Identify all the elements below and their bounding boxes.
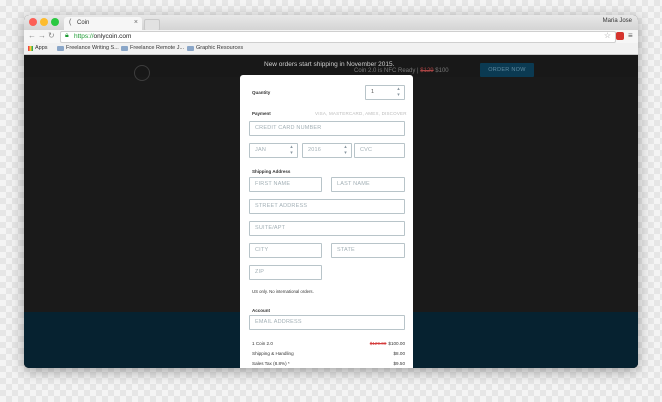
- quantity-label: Quantity: [252, 90, 271, 95]
- suite-apt-input[interactable]: SUITE/APT: [249, 221, 405, 236]
- window-close-button[interactable]: [29, 18, 37, 26]
- bookmark-label: Apps: [35, 45, 48, 51]
- summary-row-shipping: Shipping & Handling $8.00: [252, 351, 405, 358]
- browser-window: ( Coin × Maria Jose ← → ↻ 🔒︎ https://onl…: [24, 15, 638, 368]
- hamburger-icon[interactable]: ≡: [628, 31, 633, 40]
- folder-icon: [57, 45, 64, 51]
- star-icon[interactable]: ☆: [604, 31, 611, 40]
- coin-circle-icon: [134, 65, 150, 81]
- forward-arrow-icon[interactable]: →: [38, 31, 46, 40]
- cvc-input[interactable]: CVC: [354, 143, 405, 158]
- lock-icon: 🔒︎: [65, 32, 69, 39]
- exp-month-select[interactable]: JAN ▴ ▾: [249, 143, 298, 158]
- browser-toolbar: ← → ↻ 🔒︎ https://onlycoin.com ☆ ≡: [24, 30, 638, 43]
- exp-month-value: JAN: [255, 147, 266, 153]
- window-minimize-button[interactable]: [40, 18, 48, 26]
- order-form-modal: Quantity 1 ▴ ▾ Payment VISA, MASTERCARD, …: [240, 75, 413, 368]
- url-scheme: https://: [74, 33, 94, 40]
- summary-product-label: 1 Coin 2.0: [252, 341, 273, 346]
- summary-row-product: 1 Coin 2.0 $129.00 $100.00: [252, 341, 405, 348]
- first-name-input[interactable]: FIRST NAME: [249, 177, 322, 192]
- banner-pricing: Coin 2.0 is NFC Ready | $129 $100: [354, 68, 449, 74]
- state-input[interactable]: STATE: [331, 243, 405, 258]
- folder-icon: [121, 45, 128, 51]
- summary-row-tax: Sales Tax (8.8%) * $9.50: [252, 361, 405, 368]
- bookmark-label: Freelance Remote J...: [130, 45, 185, 51]
- bookmark-freelance-writing[interactable]: Freelance Writing S...: [57, 45, 119, 51]
- exp-year-value: 2016: [308, 147, 322, 153]
- bookmark-apps[interactable]: Apps: [28, 45, 48, 51]
- bookmark-label: Graphic Resources: [196, 45, 244, 51]
- apps-grid-icon: [28, 45, 33, 51]
- banner-sub-prefix: Coin 2.0 is NFC Ready |: [354, 68, 419, 74]
- accepted-cards: VISA, MASTERCARD, AMEX, DISCOVER: [315, 111, 407, 116]
- chevron-updown-icon: ▴ ▾: [290, 144, 293, 156]
- shipping-address-label: Shipping Address: [252, 169, 291, 174]
- banner-text: New orders start shipping in November 20…: [264, 61, 395, 68]
- street-address-input[interactable]: STREET ADDRESS: [249, 199, 405, 214]
- order-now-button[interactable]: ORDER NOW: [480, 63, 534, 77]
- bookmark-graphic-resources[interactable]: Graphic Resources: [187, 45, 243, 51]
- bookmark-label: Freelance Writing S...: [66, 45, 119, 51]
- us-only-note: US only. No international orders.: [252, 289, 314, 294]
- folder-icon: [187, 45, 194, 51]
- quantity-select[interactable]: 1 ▴ ▾: [365, 85, 405, 100]
- city-input[interactable]: CITY: [249, 243, 322, 258]
- url-host: onlycoin.com: [93, 33, 132, 40]
- summary-tax-label: Sales Tax (8.8%) *: [252, 361, 290, 366]
- bookmarks-bar: Apps Freelance Writing S... Freelance Re…: [24, 43, 638, 55]
- payment-label: Payment: [252, 111, 271, 116]
- close-icon[interactable]: ×: [134, 19, 138, 26]
- exp-year-select[interactable]: 2016 ▴ ▾: [302, 143, 352, 158]
- bookmark-freelance-remote[interactable]: Freelance Remote J...: [121, 45, 184, 51]
- address-bar[interactable]: 🔒︎ https://onlycoin.com ☆: [60, 31, 616, 43]
- summary-product-price: $129.00 $100.00: [370, 341, 405, 346]
- summary-shipping-label: Shipping & Handling: [252, 351, 294, 356]
- shipping-banner: New orders start shipping in November 20…: [24, 55, 638, 77]
- summary-tax-value: $9.50: [393, 361, 406, 366]
- window-zoom-button[interactable]: [51, 18, 59, 26]
- coin-favicon-icon: (: [69, 19, 72, 26]
- last-name-input[interactable]: LAST NAME: [331, 177, 405, 192]
- profile-name[interactable]: Maria Jose: [603, 18, 632, 24]
- reload-icon[interactable]: ↻: [48, 31, 55, 40]
- new-price: $100.00: [388, 341, 405, 346]
- quantity-value: 1: [371, 89, 375, 95]
- summary-shipping-value: $8.00: [393, 351, 406, 356]
- old-price: $129.00: [369, 341, 387, 346]
- back-arrow-icon[interactable]: ←: [28, 31, 36, 40]
- chevron-updown-icon: ▴ ▾: [344, 144, 347, 156]
- url-text[interactable]: https://onlycoin.com: [74, 33, 131, 40]
- page-content: New orders start shipping in November 20…: [24, 55, 638, 368]
- zip-input[interactable]: ZIP: [249, 265, 322, 280]
- browser-tab[interactable]: ( Coin ×: [64, 17, 142, 30]
- extension-icon[interactable]: [616, 32, 624, 40]
- card-number-input[interactable]: CREDIT CARD NUMBER: [249, 121, 405, 136]
- account-label: Account: [252, 308, 270, 313]
- stepper-arrows-icon: ▴ ▾: [397, 86, 400, 98]
- email-input[interactable]: EMAIL ADDRESS: [249, 315, 405, 330]
- tab-title: Coin: [77, 20, 90, 26]
- banner-new-price: $100: [435, 68, 449, 74]
- banner-old-price: $129: [420, 68, 434, 74]
- title-bar: ( Coin × Maria Jose: [24, 15, 638, 31]
